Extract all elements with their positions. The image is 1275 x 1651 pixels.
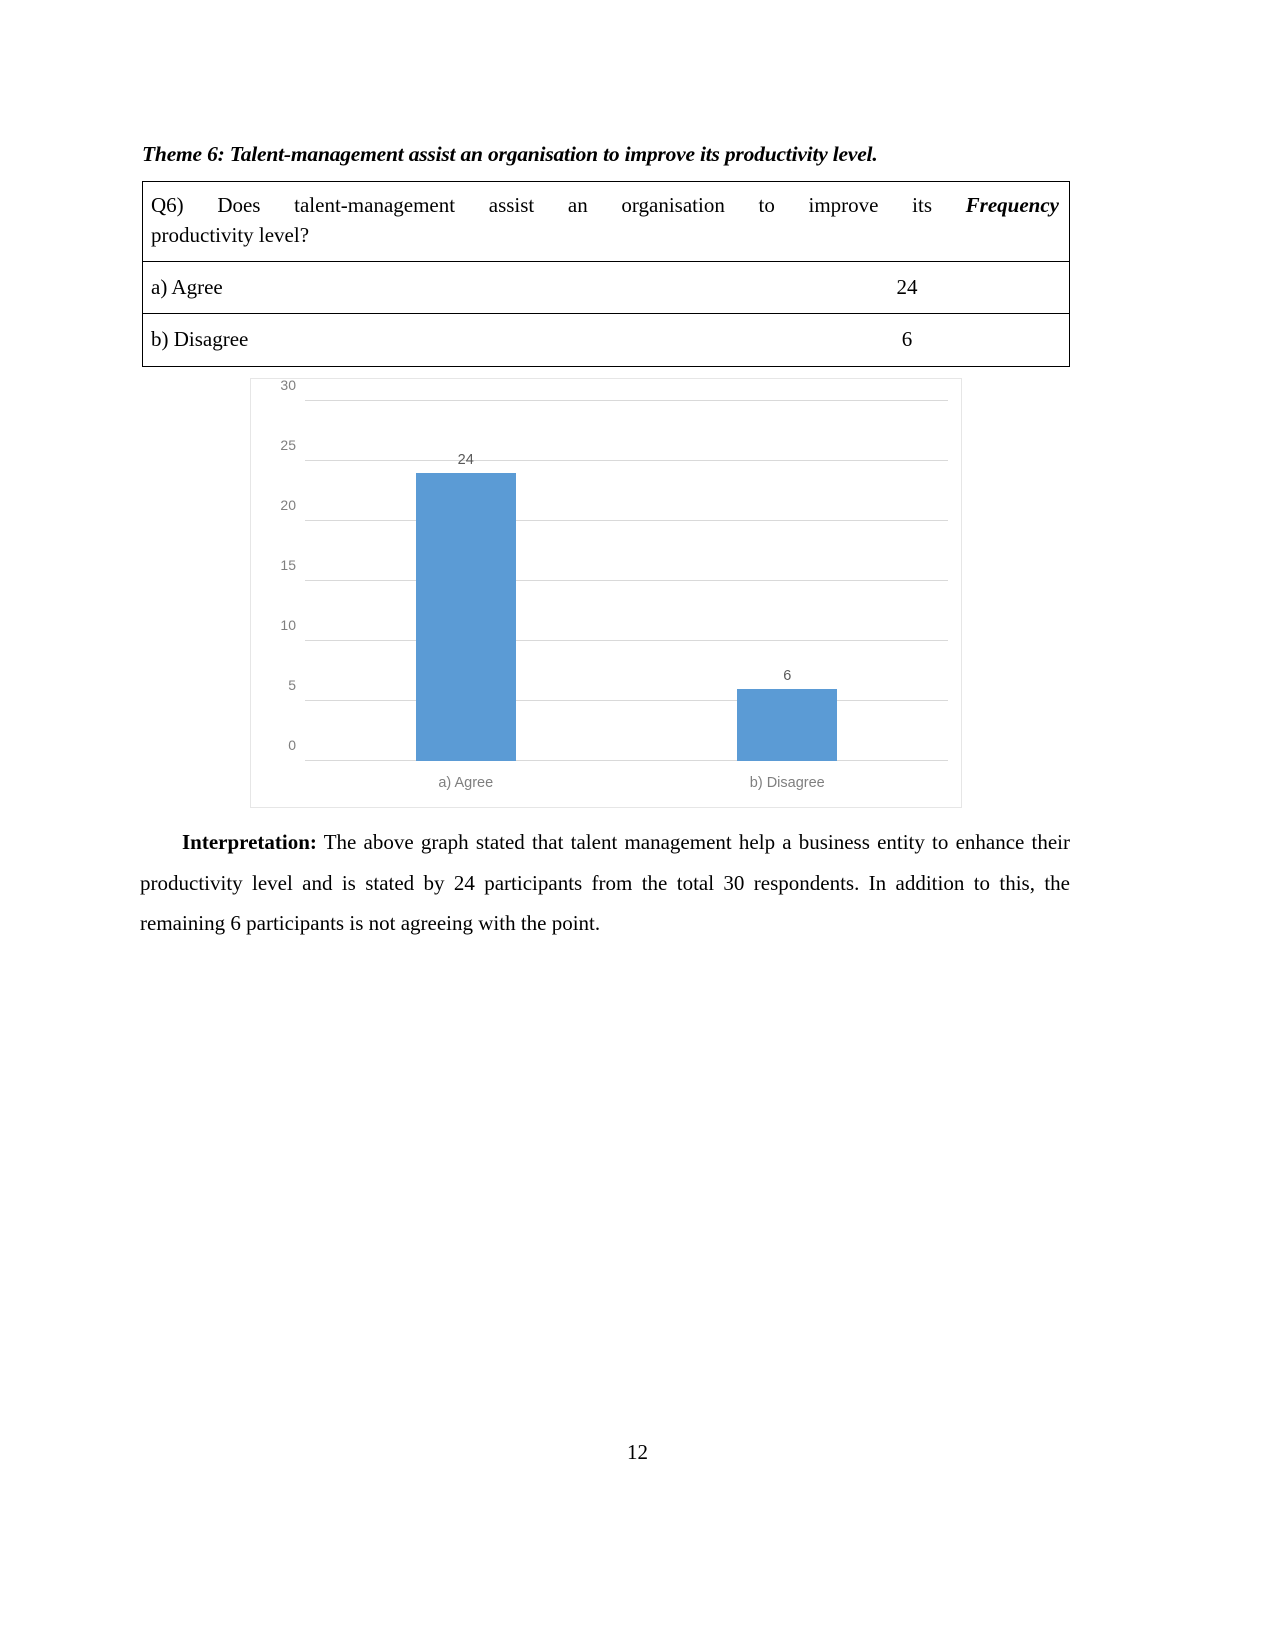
chart-canvas: 0 5 10 15 20 25 30 24 a) Agree 6 b) Disagree (251, 377, 961, 807)
gridline (305, 400, 948, 401)
bar-value-label: 24 (457, 452, 474, 468)
y-axis-tick-label: 20 (280, 497, 296, 513)
answer-value-agree: 24 (896, 274, 918, 299)
x-axis-category-label: b) Disagree (749, 775, 825, 791)
question-text-line2: productivity level? (151, 222, 310, 247)
interpretation-paragraph: Interpretation: The above graph stated t… (140, 822, 1070, 944)
gridline (305, 760, 948, 761)
y-axis-tick-label: 0 (288, 737, 296, 753)
gridline (305, 460, 948, 461)
bar-2 (737, 689, 838, 761)
gridline (305, 640, 948, 641)
y-axis-tick-label: 10 (280, 617, 296, 633)
page-number: 12 (627, 1440, 648, 1464)
table-row: b) Disagree 6 (143, 314, 1069, 366)
chart-plot-area: 0 5 10 15 20 25 30 24 a) Agree 6 b) Disagree (280, 377, 948, 791)
y-axis-tick-label: 15 (280, 557, 296, 573)
gridline (305, 700, 948, 701)
bar-chart: 0 5 10 15 20 25 30 24 a) Agree 6 b) Disagree (250, 377, 962, 808)
answer-label-agree: a) Agree (151, 274, 223, 299)
page-title: Theme 6: Talent-management assist an org… (142, 142, 878, 166)
question-text: Q6) Does talent-management assist an org… (151, 193, 966, 217)
table-row: a) Agree 24 (143, 262, 1069, 314)
answer-value-disagree: 6 (901, 327, 913, 352)
column-header-frequency: Frequency (965, 193, 1059, 217)
question-text-line1: Q6) Does talent-management assist an org… (151, 191, 1059, 221)
y-axis-tick-label: 25 (280, 437, 296, 453)
gridline (305, 520, 948, 521)
bar-value-label: 6 (783, 668, 792, 684)
table-row-question: Q6) Does talent-management assist an org… (143, 182, 1069, 262)
x-axis-category-label: a) Agree (438, 775, 494, 791)
y-axis-tick-label: 30 (280, 377, 296, 393)
answer-label-disagree: b) Disagree (151, 327, 249, 352)
y-axis-tick-label: 5 (288, 677, 296, 693)
gridline (305, 580, 948, 581)
bar-1 (415, 473, 516, 761)
question-frequency-table: Q6) Does talent-management assist an org… (142, 181, 1070, 367)
document-page: Theme 6: Talent-management assist an org… (0, 0, 1275, 1651)
interpretation-label: Interpretation: (182, 830, 317, 854)
